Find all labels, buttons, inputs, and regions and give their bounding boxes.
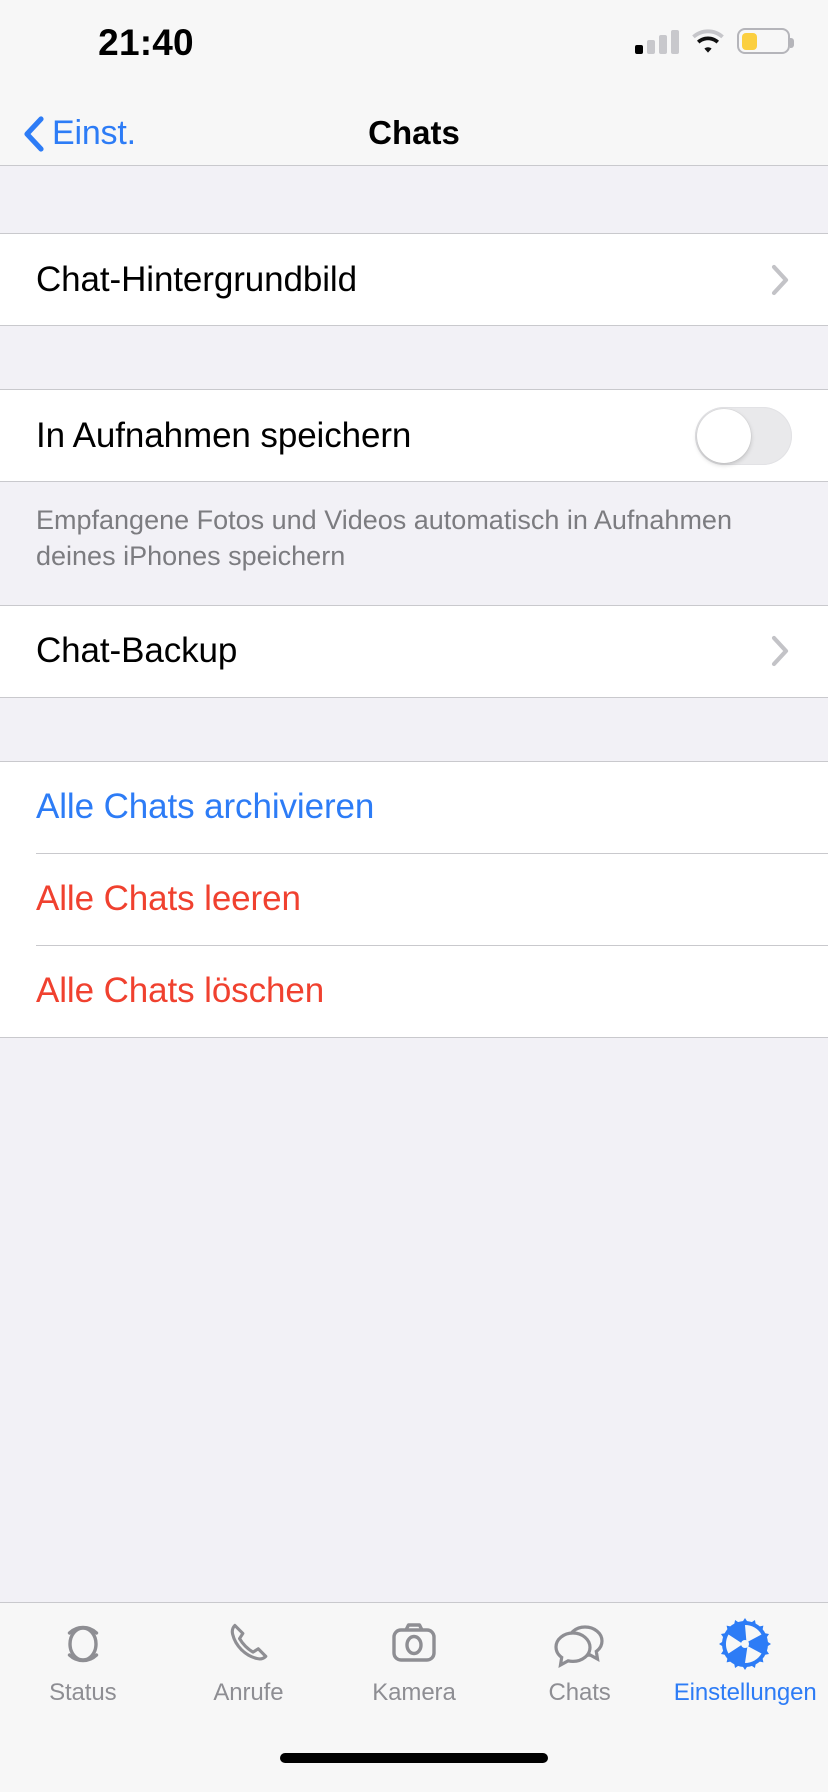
row-label: Chat-Backup	[36, 631, 238, 671]
row-save-to-camera-roll[interactable]: In Aufnahmen speichern	[0, 390, 828, 481]
camera-icon	[385, 1615, 443, 1673]
toggle-save-to-camera-roll[interactable]	[695, 406, 792, 465]
home-indicator-area	[0, 1724, 828, 1792]
status-bar-indicators	[635, 28, 794, 54]
tab-bar: Status Anrufe Kamera Chats Einstellungen	[0, 1602, 828, 1724]
tab-label: Anrufe	[213, 1679, 284, 1706]
signal-bars-icon	[635, 28, 679, 54]
tab-label: Einstellungen	[673, 1679, 817, 1706]
tab-status[interactable]: Status	[0, 1615, 166, 1707]
settings-list: Chat-Hintergrundbild In Aufnahmen speich…	[0, 166, 828, 1602]
row-label: Alle Chats leeren	[36, 879, 301, 919]
section-backup: Chat-Backup	[0, 604, 828, 698]
row-archive-all-chats[interactable]: Alle Chats archivieren	[0, 761, 828, 853]
row-chat-wallpaper[interactable]: Chat-Hintergrundbild	[0, 234, 828, 325]
section-wallpaper: Chat-Hintergrundbild	[0, 233, 828, 326]
section-media: In Aufnahmen speichern	[0, 389, 828, 482]
section-spacer-top	[0, 166, 828, 233]
tab-chats[interactable]: Chats	[497, 1615, 663, 1707]
tab-settings[interactable]: Einstellungen	[662, 1615, 828, 1707]
row-clear-all-chats[interactable]: Alle Chats leeren	[0, 853, 828, 945]
row-label: Chat-Hintergrundbild	[36, 259, 357, 299]
tab-label: Chats	[548, 1679, 611, 1706]
gear-icon	[716, 1615, 774, 1673]
status-rings-icon	[54, 1615, 112, 1673]
phone-icon	[219, 1615, 277, 1673]
section-spacer-1	[0, 326, 828, 389]
section-actions: Alle Chats archivieren Alle Chats leeren…	[0, 760, 828, 1038]
chevron-right-icon	[771, 636, 789, 667]
chat-bubbles-icon	[551, 1615, 609, 1673]
status-bar-time: 21:40	[98, 22, 194, 63]
battery-icon	[737, 28, 794, 54]
home-indicator[interactable]	[280, 1753, 548, 1763]
tab-calls[interactable]: Anrufe	[166, 1615, 332, 1707]
status-bar: 21:40	[0, 0, 828, 104]
page-title: Chats	[368, 114, 460, 151]
section-media-footnote: Empfangene Fotos und Videos automatisch …	[0, 482, 828, 605]
tab-label: Kamera	[372, 1679, 456, 1706]
navigation-bar: Einst. Chats	[0, 104, 828, 166]
wifi-icon	[692, 29, 724, 53]
section-spacer-2	[0, 698, 828, 761]
chevron-right-icon	[771, 264, 789, 295]
row-label: In Aufnahmen speichern	[36, 415, 412, 455]
row-label: Alle Chats löschen	[36, 971, 325, 1011]
row-label: Alle Chats archivieren	[36, 787, 375, 827]
tab-camera[interactable]: Kamera	[331, 1615, 497, 1707]
row-delete-all-chats[interactable]: Alle Chats löschen	[0, 945, 828, 1037]
tab-label: Status	[49, 1679, 117, 1706]
app-screen: 21:40 Einst. Chats Chat-Hintergrundbild …	[0, 0, 828, 1792]
row-chat-backup[interactable]: Chat-Backup	[0, 605, 828, 697]
toggle-knob	[697, 408, 751, 463]
